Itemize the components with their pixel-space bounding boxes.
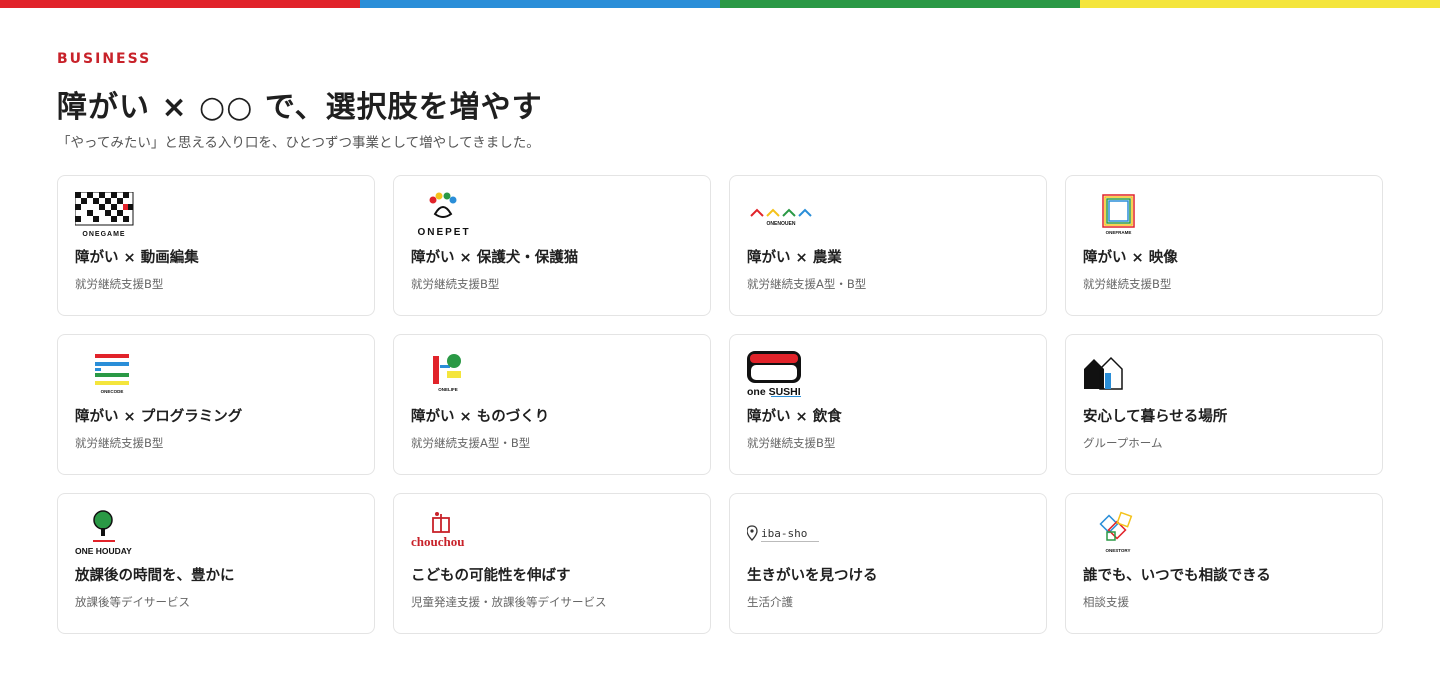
onegame-logo: ONEGAME	[75, 192, 155, 238]
onelife-logo-text: ONELIFE	[438, 387, 458, 392]
onestory-logo: ONESTORY	[1083, 510, 1163, 556]
onecode-logo-text: ONECODE	[101, 389, 124, 394]
business-card-onestory[interactable]: ONESTORY 誰でも、いつでも相談できる 相談支援	[1065, 493, 1383, 634]
onecode-logo: ONECODE	[75, 351, 155, 397]
top-color-bar	[0, 0, 1440, 8]
onestory-logo-text: ONESTORY	[1105, 548, 1130, 553]
business-card-onelife[interactable]: ONELIFE 障がい × ものづくり 就労継続支援A型・B型	[393, 334, 711, 475]
chouchou-logo: chouchou	[411, 510, 491, 556]
business-card-oneframe[interactable]: ONEFRAME 障がい × 映像 就労継続支援B型	[1065, 175, 1383, 316]
card-subtitle: 就労継続支援B型	[747, 436, 836, 450]
card-title: こどもの可能性を伸ばす	[411, 568, 571, 584]
business-card-onecode[interactable]: ONECODE 障がい × プログラミング 就労継続支援B型	[57, 334, 375, 475]
ibasho-logo-text: iba-sho	[761, 527, 807, 540]
onenouen-logo-text: ONENOUEN	[767, 221, 796, 227]
onepet-paw-logo: ONEPET	[411, 192, 491, 238]
house-logo	[1083, 351, 1163, 397]
card-title: 障がい × 映像	[1083, 250, 1178, 266]
business-card-chouchou[interactable]: chouchou こどもの可能性を伸ばす 児童発達支援・放課後等デイサービス	[393, 493, 711, 634]
business-card-ibasho[interactable]: iba-sho 生きがいを見つける 生活介護	[729, 493, 1047, 634]
card-subtitle: グループホーム	[1083, 436, 1163, 450]
business-card-grouphome[interactable]: 安心して暮らせる場所 グループホーム	[1065, 334, 1383, 475]
card-subtitle: 就労継続支援B型	[411, 277, 500, 291]
ibasho-pin-logo: iba-sho	[747, 510, 827, 556]
color-bar-green	[720, 0, 1080, 8]
card-title: 安心して暮らせる場所	[1083, 409, 1228, 425]
section-eyebrow: BUSINESS	[57, 51, 152, 67]
section-title: 障がい × ○○ で、選択肢を増やす	[57, 90, 543, 125]
chouchou-logo-text: chouchou	[411, 534, 464, 549]
oneframe-logo: ONEFRAME	[1083, 192, 1163, 238]
card-title: 障がい × 保護犬・保護猫	[411, 250, 579, 266]
onesushi-logo: one SUSHI	[747, 351, 827, 397]
business-card-onesushi[interactable]: one SUSHI 障がい × 飲食 就労継続支援B型	[729, 334, 1047, 475]
card-subtitle: 就労継続支援B型	[1083, 277, 1172, 291]
card-subtitle: 生活介護	[747, 595, 793, 609]
card-subtitle: 就労継続支援A型・B型	[411, 436, 531, 450]
card-title: 障がい × 飲食	[747, 409, 842, 425]
onehouday-tree-logo: ONE HOUDAY	[75, 510, 155, 556]
color-bar-yellow	[1080, 0, 1440, 8]
card-title: 誰でも、いつでも相談できる	[1083, 568, 1271, 584]
business-card-onegame[interactable]: ONEGAME 障がい × 動画編集 就労継続支援B型	[57, 175, 375, 316]
onesushi-logo-text: one SUSHI	[747, 386, 801, 397]
card-title: 障がい × ものづくり	[411, 409, 550, 425]
business-card-onehouday[interactable]: ONE HOUDAY 放課後の時間を、豊かに 放課後等デイサービス	[57, 493, 375, 634]
card-title: 障がい × 動画編集	[75, 250, 199, 266]
color-bar-blue	[360, 0, 720, 8]
section-subtitle: 「やってみたい」と思える入り口を、ひとつずつ事業として増やしてきました。	[57, 135, 540, 151]
card-title: 生きがいを見つける	[747, 568, 878, 584]
onehouday-logo-text: ONE HOUDAY	[75, 546, 132, 556]
card-subtitle: 児童発達支援・放課後等デイサービス	[411, 595, 607, 609]
card-title: 放課後の時間を、豊かに	[75, 568, 235, 584]
card-title: 障がい × プログラミング	[75, 409, 243, 425]
business-grid: ONEGAME 障がい × 動画編集 就労継続支援B型 ONEPET 障がい ×…	[57, 175, 1383, 634]
color-bar-red	[0, 0, 360, 8]
business-card-onenouen[interactable]: ONENOUEN 障がい × 農業 就労継続支援A型・B型	[729, 175, 1047, 316]
card-subtitle: 就労継続支援B型	[75, 277, 164, 291]
business-card-onepet[interactable]: ONEPET 障がい × 保護犬・保護猫 就労継続支援B型	[393, 175, 711, 316]
card-subtitle: 相談支援	[1083, 595, 1129, 609]
card-subtitle: 就労継続支援B型	[75, 436, 164, 450]
onepet-logo-text: ONEPET	[417, 227, 470, 238]
card-title: 障がい × 農業	[747, 250, 842, 266]
card-subtitle: 放課後等デイサービス	[75, 595, 190, 609]
onelife-logo: ONELIFE	[411, 351, 491, 397]
oneframe-logo-text: ONEFRAME	[1106, 230, 1132, 235]
onenouen-logo: ONENOUEN	[747, 192, 827, 238]
onegame-logo-text: ONEGAME	[82, 231, 125, 238]
card-subtitle: 就労継続支援A型・B型	[747, 277, 867, 291]
